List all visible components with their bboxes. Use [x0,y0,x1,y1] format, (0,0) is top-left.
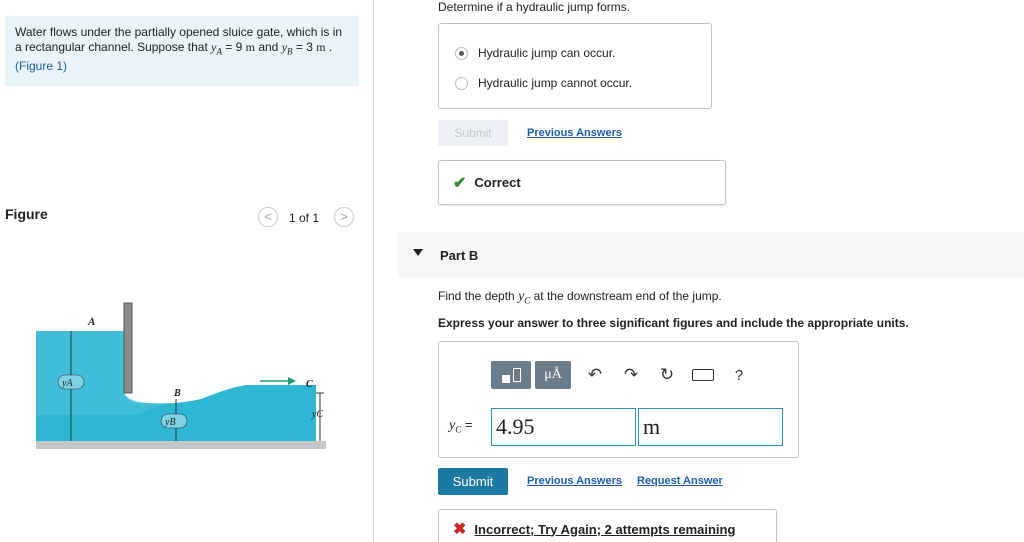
redo-icon[interactable]: ↷ [613,361,649,389]
ya-equals: = 9 [221,40,246,54]
part-a-previous-answers-link[interactable]: Previous Answers [527,127,622,139]
yb-unit: m [316,40,326,54]
answer-label: yC = [449,417,472,435]
templates-button[interactable] [491,361,531,389]
math-toolbar: μÅ ↶ ↷ ↻ ? [491,361,757,389]
checkmark-icon: ✔ [453,174,467,192]
answer-equals: = [461,417,473,432]
template-square-icon [501,375,510,383]
part-a-prompt: Determine if a hydraulic jump forms. [438,0,631,14]
reset-icon[interactable]: ↻ [649,361,685,389]
radio-unselected[interactable] [455,76,468,90]
figure-label-a: A [87,316,95,328]
part-a-choices: Hydraulic jump can occur. Hydraulic jump… [438,23,712,109]
yb-equals: = 3 [292,40,317,54]
problem-statement: Water flows under the partially opened s… [5,16,359,86]
and-text: and [255,40,282,54]
part-a-submit-button[interactable]: Submit [438,120,508,146]
units-button[interactable]: μÅ [535,361,571,389]
part-b-question: Find the depth yC at the downstream end … [438,289,722,305]
answer-value-input[interactable]: 4.95 [491,408,636,446]
figure-label-c: C [306,379,313,390]
part-b-header[interactable] [398,232,1024,278]
feedback-text: Incorrect; Try Again; 2 attempts remaini… [474,521,736,537]
part-b-previous-answers-link[interactable]: Previous Answers [527,475,622,487]
question-text: Find the depth [438,289,519,303]
ya-unit: m [245,40,255,54]
question-text-end: at the downstream end of the jump. [530,289,722,303]
figure-label-ya: yA [61,378,73,389]
figure-label-yc: yC [311,409,323,420]
choice-label: Hydraulic jump cannot occur. [478,76,633,90]
part-b-submit-button[interactable]: Submit [438,468,508,495]
sluice-gate-figure: yA A B yB C yC [36,302,326,449]
figure-link[interactable]: (Figure 1) [15,59,67,73]
part-b-feedback: ✖ Incorrect; Try Again; 2 attempts remai… [438,509,777,542]
water-highlight [36,331,166,415]
next-figure-button[interactable]: > [334,207,354,227]
figure-label-b: B [173,388,181,399]
template-box-icon [512,368,521,382]
figure-label-yb: yB [164,417,176,428]
undo-icon[interactable]: ↶ [577,361,613,389]
choice-jump-can-occur[interactable]: Hydraulic jump can occur. [455,46,615,60]
column-divider [373,0,374,542]
help-button[interactable]: ? [721,361,757,389]
feedback-text: Correct [474,175,521,190]
radio-selected[interactable] [455,46,468,60]
sluice-gate [123,302,133,394]
figure-title: Figure [5,206,48,222]
x-mark-icon: ✖ [453,521,467,538]
choice-label: Hydraulic jump can occur. [478,46,616,60]
sep-text: . [325,40,333,54]
keyboard-icon[interactable] [685,361,721,389]
collapse-caret-icon[interactable] [413,249,423,256]
answer-unit-input[interactable]: m [638,408,783,446]
figure-pager-label: 1 of 1 [289,211,320,225]
choice-jump-cannot-occur[interactable]: Hydraulic jump cannot occur. [455,76,632,90]
request-answer-link[interactable]: Request Answer [637,475,723,487]
channel-bed [36,441,326,449]
part-b-instruction: Express your answer to three significant… [438,316,909,330]
prev-figure-button[interactable]: < [258,207,278,227]
part-a-feedback: ✔ Correct [438,160,726,205]
answer-entry-box: μÅ ↶ ↷ ↻ ? yC = 4.95 m [438,341,799,458]
part-b-title[interactable]: Part B [440,248,478,263]
